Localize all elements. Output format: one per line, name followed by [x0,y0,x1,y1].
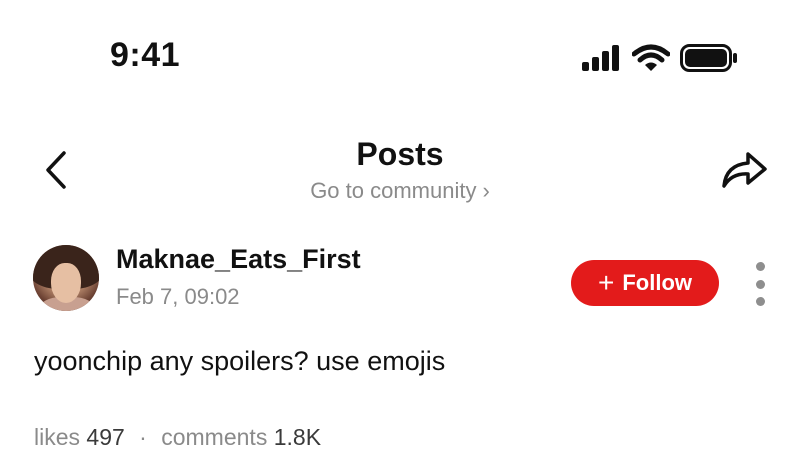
comments-label: comments [161,424,268,450]
post-body-text: yoonchip any spoilers? use emojis [34,346,446,376]
post-date: Feb 7, 09:02 [116,284,240,309]
go-to-community-link[interactable]: Go to community › [0,178,800,204]
battery-icon [680,44,737,72]
likes-count: 497 [86,424,125,450]
post-author-row: Maknae_Eats_First Feb 7, 09:02 + Follow [0,240,800,320]
follow-button[interactable]: + Follow [571,260,719,306]
follow-label: Follow [622,270,692,295]
comments-count: 1.8K [273,424,322,450]
stats-separator: · [139,424,147,450]
author-username[interactable]: Maknae_Eats_First [116,244,361,275]
plus-icon: + [597,267,615,298]
more-options-icon[interactable] [748,262,772,306]
share-arrow-icon [722,152,767,188]
likes-label: likes [34,424,81,450]
signal-icon [582,45,619,71]
post-stats: likes 497 · comments 1.8K [34,424,321,451]
chevron-right-icon: › [482,178,490,203]
share-button[interactable] [718,148,770,192]
page-title: Posts [356,136,444,172]
header: Posts Go to community › [0,120,800,220]
status-bar: 9:41 [0,0,800,110]
avatar[interactable] [33,245,99,311]
community-link-label: Go to community [310,178,477,203]
status-icons [582,44,738,72]
status-time: 9:41 [110,36,181,74]
wifi-icon [632,44,670,71]
